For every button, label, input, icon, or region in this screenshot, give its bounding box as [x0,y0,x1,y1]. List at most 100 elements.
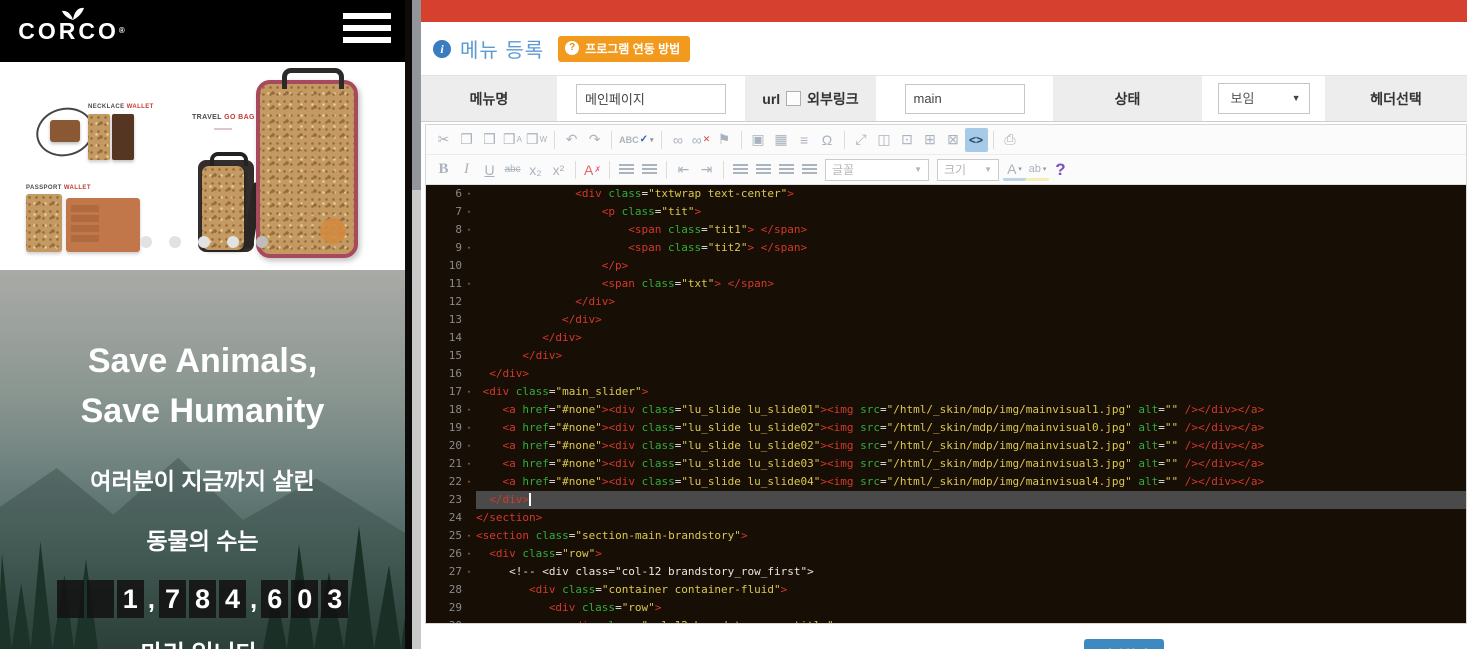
align-right-icon[interactable] [775,158,798,182]
remove-tag-icon[interactable]: ⊠ [942,128,965,152]
code-line[interactable]: 17▾<div class="main_slider"> [426,383,1466,401]
fold-toggle-icon[interactable]: ▾ [462,437,476,455]
spellcheck-icon[interactable]: ABC✓▾ [617,128,655,152]
subscript-icon[interactable]: x₂ [524,158,547,182]
vertical-scrollbar[interactable] [412,0,421,649]
find-icon[interactable]: ◫ [873,128,896,152]
remove-format-icon[interactable]: A✗ [581,158,604,182]
source-icon[interactable]: <> [965,128,988,152]
select-all-icon[interactable]: ⊡ [896,128,919,152]
redo-icon[interactable]: ↷ [583,128,606,152]
font-combo[interactable]: 글꼴▼ [825,159,929,181]
program-link-help-button[interactable]: ? 프로그램 연동 방법 [558,36,690,62]
fold-toggle-icon[interactable]: ▾ [462,239,476,257]
code-line[interactable]: 20▾<a href="#none"><div class="lu_slide … [426,437,1466,455]
outdent-icon[interactable]: ⇤ [672,158,695,182]
table-icon[interactable]: ▦ [770,128,793,152]
product-slide[interactable]: NECKLACE WALLET PASSPORT WALLET TRAVEL G… [0,62,405,270]
code-line[interactable]: 27▾<!-- <div class="col-12 brandstory_ro… [426,563,1466,581]
code-area[interactable]: 6▾<div class="txtwrap text-center">7▾<p … [426,185,1466,623]
add-tag-icon[interactable]: ⊞ [919,128,942,152]
text-color-icon[interactable]: A▾ [1003,161,1026,181]
code-line[interactable]: 10</p> [426,257,1466,275]
menu-name-input[interactable] [576,84,726,114]
link-icon[interactable]: ∞ [667,128,690,152]
paste-word-icon[interactable]: ❒W [524,128,549,152]
travel-go-bag-label: TRAVEL GO BAG [192,114,255,121]
code-line[interactable]: 29<div class="row"> [426,599,1466,617]
align-left-icon[interactable] [729,158,752,182]
fold-toggle-icon[interactable]: ▾ [462,275,476,293]
bg-color-icon[interactable]: ab▾ [1026,161,1049,181]
underline-icon[interactable]: U [478,158,501,182]
code-line[interactable]: 26▾<div class="row"> [426,545,1466,563]
indent-icon[interactable]: ⇥ [695,158,718,182]
numbered-list-icon[interactable] [615,158,638,182]
code-line[interactable]: 23</div> [426,491,1466,509]
code-line[interactable]: 14</div> [426,329,1466,347]
fold-toggle-icon[interactable]: ▾ [462,563,476,581]
code-line[interactable]: 30<div class="col-12 brandstory_row_titl… [426,617,1466,623]
align-justify-icon[interactable] [798,158,821,182]
code-line[interactable]: 11▾<span class="txt"> </span> [426,275,1466,293]
strikethrough-icon[interactable]: abc [501,158,524,182]
code-line[interactable]: 8▾<span class="tit1"> </span> [426,221,1466,239]
fold-toggle-icon[interactable]: ▾ [462,401,476,419]
code-line[interactable]: 25▾<section class="section-main-brandsto… [426,527,1466,545]
cut-icon[interactable]: ✂ [432,128,455,152]
image-icon[interactable]: ▣ [747,128,770,152]
code-line[interactable]: 13</div> [426,311,1466,329]
code-line[interactable]: 6▾<div class="txtwrap text-center"> [426,185,1466,203]
code-line[interactable]: 9▾<span class="tit2"> </span> [426,239,1466,257]
fold-toggle-icon[interactable]: ▾ [462,383,476,401]
slider-dot[interactable] [256,236,268,248]
paste-text-icon[interactable]: ❒A [501,128,524,152]
slider-dot[interactable] [140,236,152,248]
anchor-icon[interactable]: ⚑ [713,128,736,152]
code-line[interactable]: 21▾<a href="#none"><div class="lu_slide … [426,455,1466,473]
bulleted-list-icon[interactable] [638,158,661,182]
fold-toggle-icon[interactable]: ▾ [462,473,476,491]
scrollbar-thumb[interactable] [412,0,421,190]
fold-toggle-icon[interactable]: ▾ [462,455,476,473]
italic-icon[interactable]: I [455,158,478,182]
unlink-icon[interactable]: ∞✕ [690,128,713,152]
fold-toggle-icon[interactable]: ▾ [462,185,476,203]
code-line[interactable]: 22▾<a href="#none"><div class="lu_slide … [426,473,1466,491]
fold-toggle-icon[interactable]: ▾ [462,203,476,221]
superscript-icon[interactable]: x² [547,158,570,182]
code-line[interactable]: 12</div> [426,293,1466,311]
url-input[interactable] [905,84,1025,114]
align-center-icon[interactable] [752,158,775,182]
fold-toggle-icon[interactable]: ▾ [462,545,476,563]
save-button[interactable]: 저장하기 [1084,639,1164,649]
slider-dot[interactable] [198,236,210,248]
counter-digit-box: 0 [291,580,318,618]
size-combo[interactable]: 크기▼ [937,159,999,181]
code-line[interactable]: 28<div class="container container-fluid"… [426,581,1466,599]
about-icon[interactable]: ? [1049,158,1072,182]
slider-dot[interactable] [169,236,181,248]
status-select[interactable]: 보임 ▼ [1218,83,1310,114]
fold-toggle-icon[interactable]: ▾ [462,221,476,239]
copy-icon[interactable]: ❐ [455,128,478,152]
code-line[interactable]: 16</div> [426,365,1466,383]
undo-icon[interactable]: ↶ [560,128,583,152]
maximize-icon[interactable]: ⤢ [850,128,873,152]
code-line[interactable]: 18▾<a href="#none"><div class="lu_slide … [426,401,1466,419]
external-link-checkbox[interactable] [786,91,801,106]
code-line[interactable]: 7▾<p class="tit"> [426,203,1466,221]
print-icon[interactable]: ⎙ [999,128,1022,152]
fold-toggle-icon[interactable]: ▾ [462,419,476,437]
code-line[interactable]: 15</div> [426,347,1466,365]
bold-icon[interactable]: B [432,158,455,182]
paste-icon[interactable]: ❒ [478,128,501,152]
slider-dot[interactable] [227,236,239,248]
special-char-icon[interactable]: Ω [816,128,839,152]
hamburger-menu-icon[interactable] [343,13,391,49]
code-line[interactable]: 24</section> [426,509,1466,527]
code-line[interactable]: 19▾<a href="#none"><div class="lu_slide … [426,419,1466,437]
fold-toggle-icon[interactable]: ▾ [462,527,476,545]
horizontal-line-icon[interactable]: ≡ [793,128,816,152]
corco-logo[interactable]: CORCO® [18,6,128,44]
